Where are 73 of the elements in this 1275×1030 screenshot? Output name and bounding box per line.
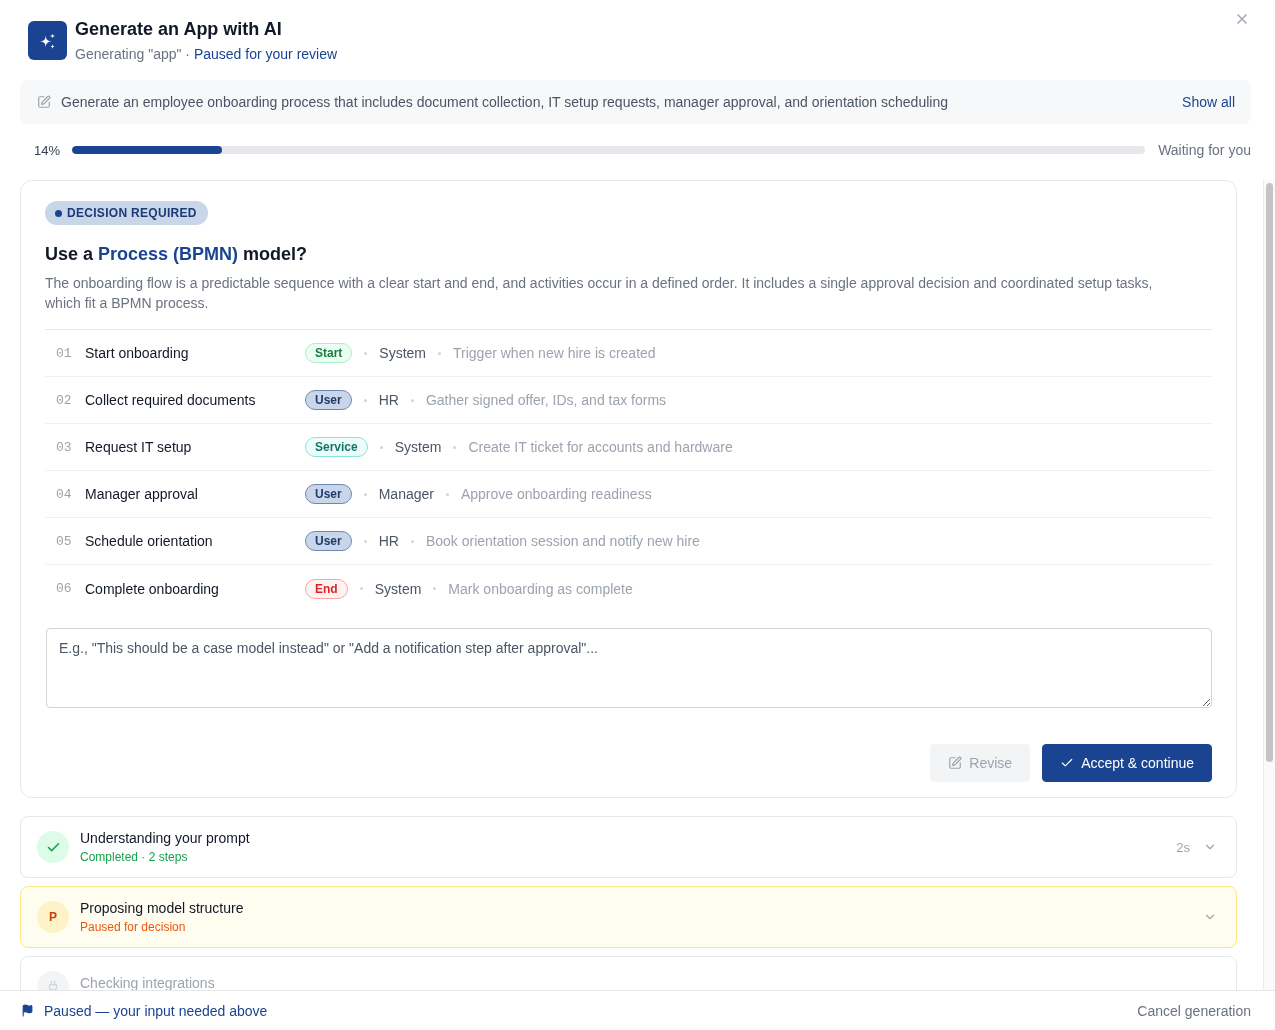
step-number: 01 [56, 345, 73, 361]
separator-dot-icon [410, 398, 414, 402]
stage-title: Understanding your prompt [80, 829, 250, 847]
step-number: 04 [56, 486, 73, 502]
progress-status: Waiting for you [1158, 142, 1251, 158]
stage-card[interactable]: Understanding your prompt Completed · 2 steps 2s [20, 816, 1237, 878]
separator-dot-icon [359, 587, 363, 590]
separator-dot-icon [453, 445, 457, 449]
separator-dot-icon [363, 492, 367, 496]
step-name: Manager approval [85, 486, 199, 502]
decision-question: Use a Process (BPMN) model? [45, 243, 309, 266]
step-description: Create IT ticket for accounts and hardware [468, 439, 733, 455]
separator-dot-icon [364, 351, 368, 355]
separator-dot-icon [433, 587, 437, 590]
step-name: Schedule orientation [85, 533, 214, 549]
step-name: Complete onboarding [85, 580, 220, 597]
separator-dot-icon [379, 445, 383, 449]
stage-initial: P [37, 901, 69, 933]
check-icon [1060, 756, 1075, 770]
close-button[interactable] [1234, 11, 1250, 27]
step-type-tag: User [305, 390, 352, 410]
cancel-generation-button[interactable]: Cancel generation [1137, 1002, 1251, 1019]
step-actor: HR [378, 392, 399, 408]
prompt-text: Generate an employee onboarding process that includes document collection, IT setup requests, manager approval, and orientation scheduling [61, 94, 948, 110]
decision-label: DECISION REQUIRED [67, 206, 197, 220]
pencil-icon [37, 95, 51, 109]
stage-title: Checking integrations [80, 975, 215, 990]
flag-icon [21, 1004, 34, 1017]
pencil-icon [948, 756, 963, 770]
scrollbar-thumb[interactable] [1266, 183, 1273, 762]
generation-status: Generating "app" · Paused for your review [75, 45, 338, 64]
decision-description: The onboarding flow is a predictable sequence with a clear start and end, and activities occur in a defined order. It includes a single approval decision and coordinated setup tasks, which fit a BPMN process. [45, 274, 1154, 313]
step-type-tag: Service [305, 437, 368, 457]
step-number: 03 [56, 439, 73, 455]
separator-dot-icon [363, 539, 367, 543]
footer-message: Paused — your input needed above [44, 1002, 268, 1019]
separator-dot-icon [438, 351, 442, 355]
stage-title: Proposing model structure [80, 899, 244, 917]
step-description: Mark onboarding as complete [448, 580, 633, 597]
stage-status: Paused for decision [80, 919, 187, 935]
feedback-field[interactable]: E.g., "This should be a case model instead" or "Add a notification step after approval"... [46, 628, 1212, 708]
step-actor: System [379, 345, 427, 361]
step-name: Collect required documents [85, 392, 257, 408]
step-description: Gather signed offer, IDs, and tax forms [425, 392, 667, 408]
stage-status: Completed · 2 steps [80, 849, 189, 865]
step-name: Start onboarding [85, 345, 190, 361]
show-all-link[interactable]: Show all [1182, 94, 1235, 110]
separator-dot-icon [363, 398, 367, 402]
step-actor: System [394, 439, 442, 455]
dot-icon [55, 209, 62, 217]
step-actor: HR [378, 533, 399, 549]
step-number: 02 [56, 392, 73, 408]
sparkles-icon [28, 21, 67, 60]
step-description: Trigger when new hire is created [453, 345, 656, 361]
step-description: Approve onboarding readiness [460, 486, 652, 502]
step-number: 05 [56, 533, 73, 549]
step-description: Book orientation session and notify new hire [425, 533, 700, 549]
separator-dot-icon [410, 539, 414, 543]
step-name: Request IT setup [85, 439, 193, 455]
step-actor: Manager [378, 486, 434, 502]
progress-percent: 14% [34, 142, 61, 158]
step-type-tag: User [305, 484, 352, 504]
step-number: 06 [56, 581, 73, 596]
separator-dot-icon [445, 492, 449, 496]
window-title: Generate an App with AI [75, 18, 283, 40]
step-type-tag: End [305, 578, 348, 599]
step-actor: System [374, 580, 422, 597]
step-type-tag: Start [305, 343, 353, 363]
stage-card[interactable]: P Proposing model structure Paused for decision [20, 886, 1237, 948]
check-icon [37, 831, 69, 863]
step-type-tag: User [305, 531, 352, 551]
accept-button[interactable]: Accept & continue [1042, 744, 1212, 782]
stage-duration: 2s [1176, 839, 1190, 855]
